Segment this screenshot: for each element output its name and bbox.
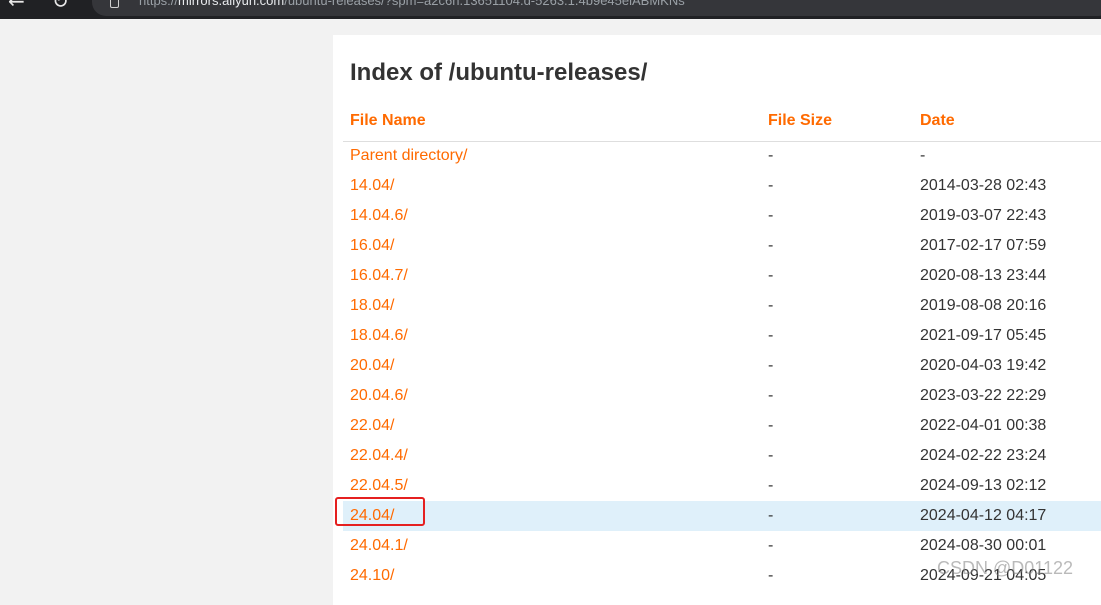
address-bar[interactable]: https://mirrors.aliyun.com/ubuntu-releas… — [92, 0, 1101, 16]
file-list: Parent directory/ - - 14.04/ - 2014-03-28 02:… — [343, 141, 1101, 591]
file-name-link[interactable]: Parent directory/ — [350, 147, 467, 165]
file-size-cell: - — [768, 177, 774, 194]
file-size-cell: - — [768, 357, 774, 374]
table-row: 22.04.4/ - 2024-02-22 23:24 — [343, 441, 1101, 471]
table-row: 22.04.5/ - 2024-09-13 02:12 — [343, 471, 1101, 501]
date-cell: 2017-02-17 07:59 — [920, 237, 1047, 254]
date-cell: 2022-04-01 00:38 — [920, 417, 1047, 434]
directory-listing-card: Index of /ubuntu-releases/ File Name Fil… — [333, 35, 1101, 605]
table-row: 18.04.6/ - 2021-09-17 05:45 — [343, 321, 1101, 351]
table-row: 22.04/ - 2022-04-01 00:38 — [343, 411, 1101, 441]
file-size-cell: - — [768, 267, 774, 284]
table-row: 18.04/ - 2019-08-08 20:16 — [343, 291, 1101, 321]
table-row: 14.04/ - 2014-03-28 02:43 — [343, 171, 1101, 201]
date-cell: 2021-09-17 05:45 — [920, 327, 1047, 344]
table-row: 14.04.6/ - 2019-03-07 22:43 — [343, 201, 1101, 231]
date-cell: 2014-03-28 02:43 — [920, 177, 1047, 194]
file-size-cell: - — [768, 387, 774, 404]
file-size-cell: - — [768, 417, 774, 434]
page-info-icon[interactable] — [110, 0, 119, 8]
file-size-cell: - — [768, 147, 774, 164]
column-header-file-name[interactable]: File Name — [350, 112, 426, 130]
table-row: 24.04.1/ - 2024-08-30 00:01 — [343, 531, 1101, 561]
file-size-cell: - — [768, 207, 774, 224]
table-row: 16.04/ - 2017-02-17 07:59 — [343, 231, 1101, 261]
browser-toolbar: ← ↻ https://mirrors.aliyun.com/ubuntu-re… — [0, 0, 1101, 19]
file-name-link[interactable]: 22.04.4/ — [350, 447, 408, 465]
page-title: Index of /ubuntu-releases/ — [350, 59, 648, 86]
date-cell: 2020-04-03 19:42 — [920, 357, 1047, 374]
file-size-cell: - — [768, 477, 774, 494]
date-cell: 2019-03-07 22:43 — [920, 207, 1047, 224]
table-row: 24.04/ - 2024-04-12 04:17 — [343, 501, 1101, 531]
file-size-cell: - — [768, 537, 774, 554]
column-header-date[interactable]: Date — [920, 112, 955, 130]
reload-icon[interactable]: ↻ — [52, 0, 69, 11]
back-arrow-icon[interactable]: ← — [8, 0, 25, 11]
file-name-link[interactable]: 24.10/ — [350, 567, 394, 585]
url-text[interactable]: https://mirrors.aliyun.com/ubuntu-releas… — [139, 0, 685, 8]
file-name-link[interactable]: 24.04/ — [350, 507, 394, 525]
file-name-link[interactable]: 16.04/ — [350, 237, 394, 255]
file-name-link[interactable]: 18.04/ — [350, 297, 394, 315]
url-host: mirrors.aliyun.com — [178, 0, 285, 8]
file-name-link[interactable]: 16.04.7/ — [350, 267, 408, 285]
file-size-cell: - — [768, 447, 774, 464]
date-cell: 2023-03-22 22:29 — [920, 387, 1047, 404]
date-cell: 2024-02-22 23:24 — [920, 447, 1047, 464]
file-name-link[interactable]: 20.04.6/ — [350, 387, 408, 405]
date-cell: 2024-08-30 00:01 — [920, 537, 1047, 554]
table-row: Parent directory/ - - — [343, 141, 1101, 171]
file-name-link[interactable]: 18.04.6/ — [350, 327, 408, 345]
file-size-cell: - — [768, 237, 774, 254]
table-row: 16.04.7/ - 2020-08-13 23:44 — [343, 261, 1101, 291]
file-name-link[interactable]: 14.04/ — [350, 177, 394, 195]
column-header-file-size[interactable]: File Size — [768, 112, 832, 130]
date-cell: 2024-09-13 02:12 — [920, 477, 1047, 494]
date-cell: 2019-08-08 20:16 — [920, 297, 1047, 314]
date-cell: 2020-08-13 23:44 — [920, 267, 1047, 284]
file-name-link[interactable]: 22.04.5/ — [350, 477, 408, 495]
url-path: /ubuntu-releases/?spm=a2c6h.13651104.d-5… — [284, 0, 685, 8]
file-size-cell: - — [768, 567, 774, 584]
file-size-cell: - — [768, 507, 774, 524]
date-cell: 2024-04-12 04:17 — [920, 507, 1047, 524]
watermark: CSDN @D01122 — [937, 558, 1073, 578]
url-prefix: https:// — [139, 0, 179, 8]
table-row: 20.04/ - 2020-04-03 19:42 — [343, 351, 1101, 381]
file-name-link[interactable]: 22.04/ — [350, 417, 394, 435]
file-name-link[interactable]: 24.04.1/ — [350, 537, 408, 555]
file-size-cell: - — [768, 327, 774, 344]
table-row: 20.04.6/ - 2023-03-22 22:29 — [343, 381, 1101, 411]
table-header: File Name File Size Date — [343, 105, 1101, 142]
file-size-cell: - — [768, 297, 774, 314]
file-name-link[interactable]: 20.04/ — [350, 357, 394, 375]
date-cell: - — [920, 147, 926, 164]
file-name-link[interactable]: 14.04.6/ — [350, 207, 408, 225]
